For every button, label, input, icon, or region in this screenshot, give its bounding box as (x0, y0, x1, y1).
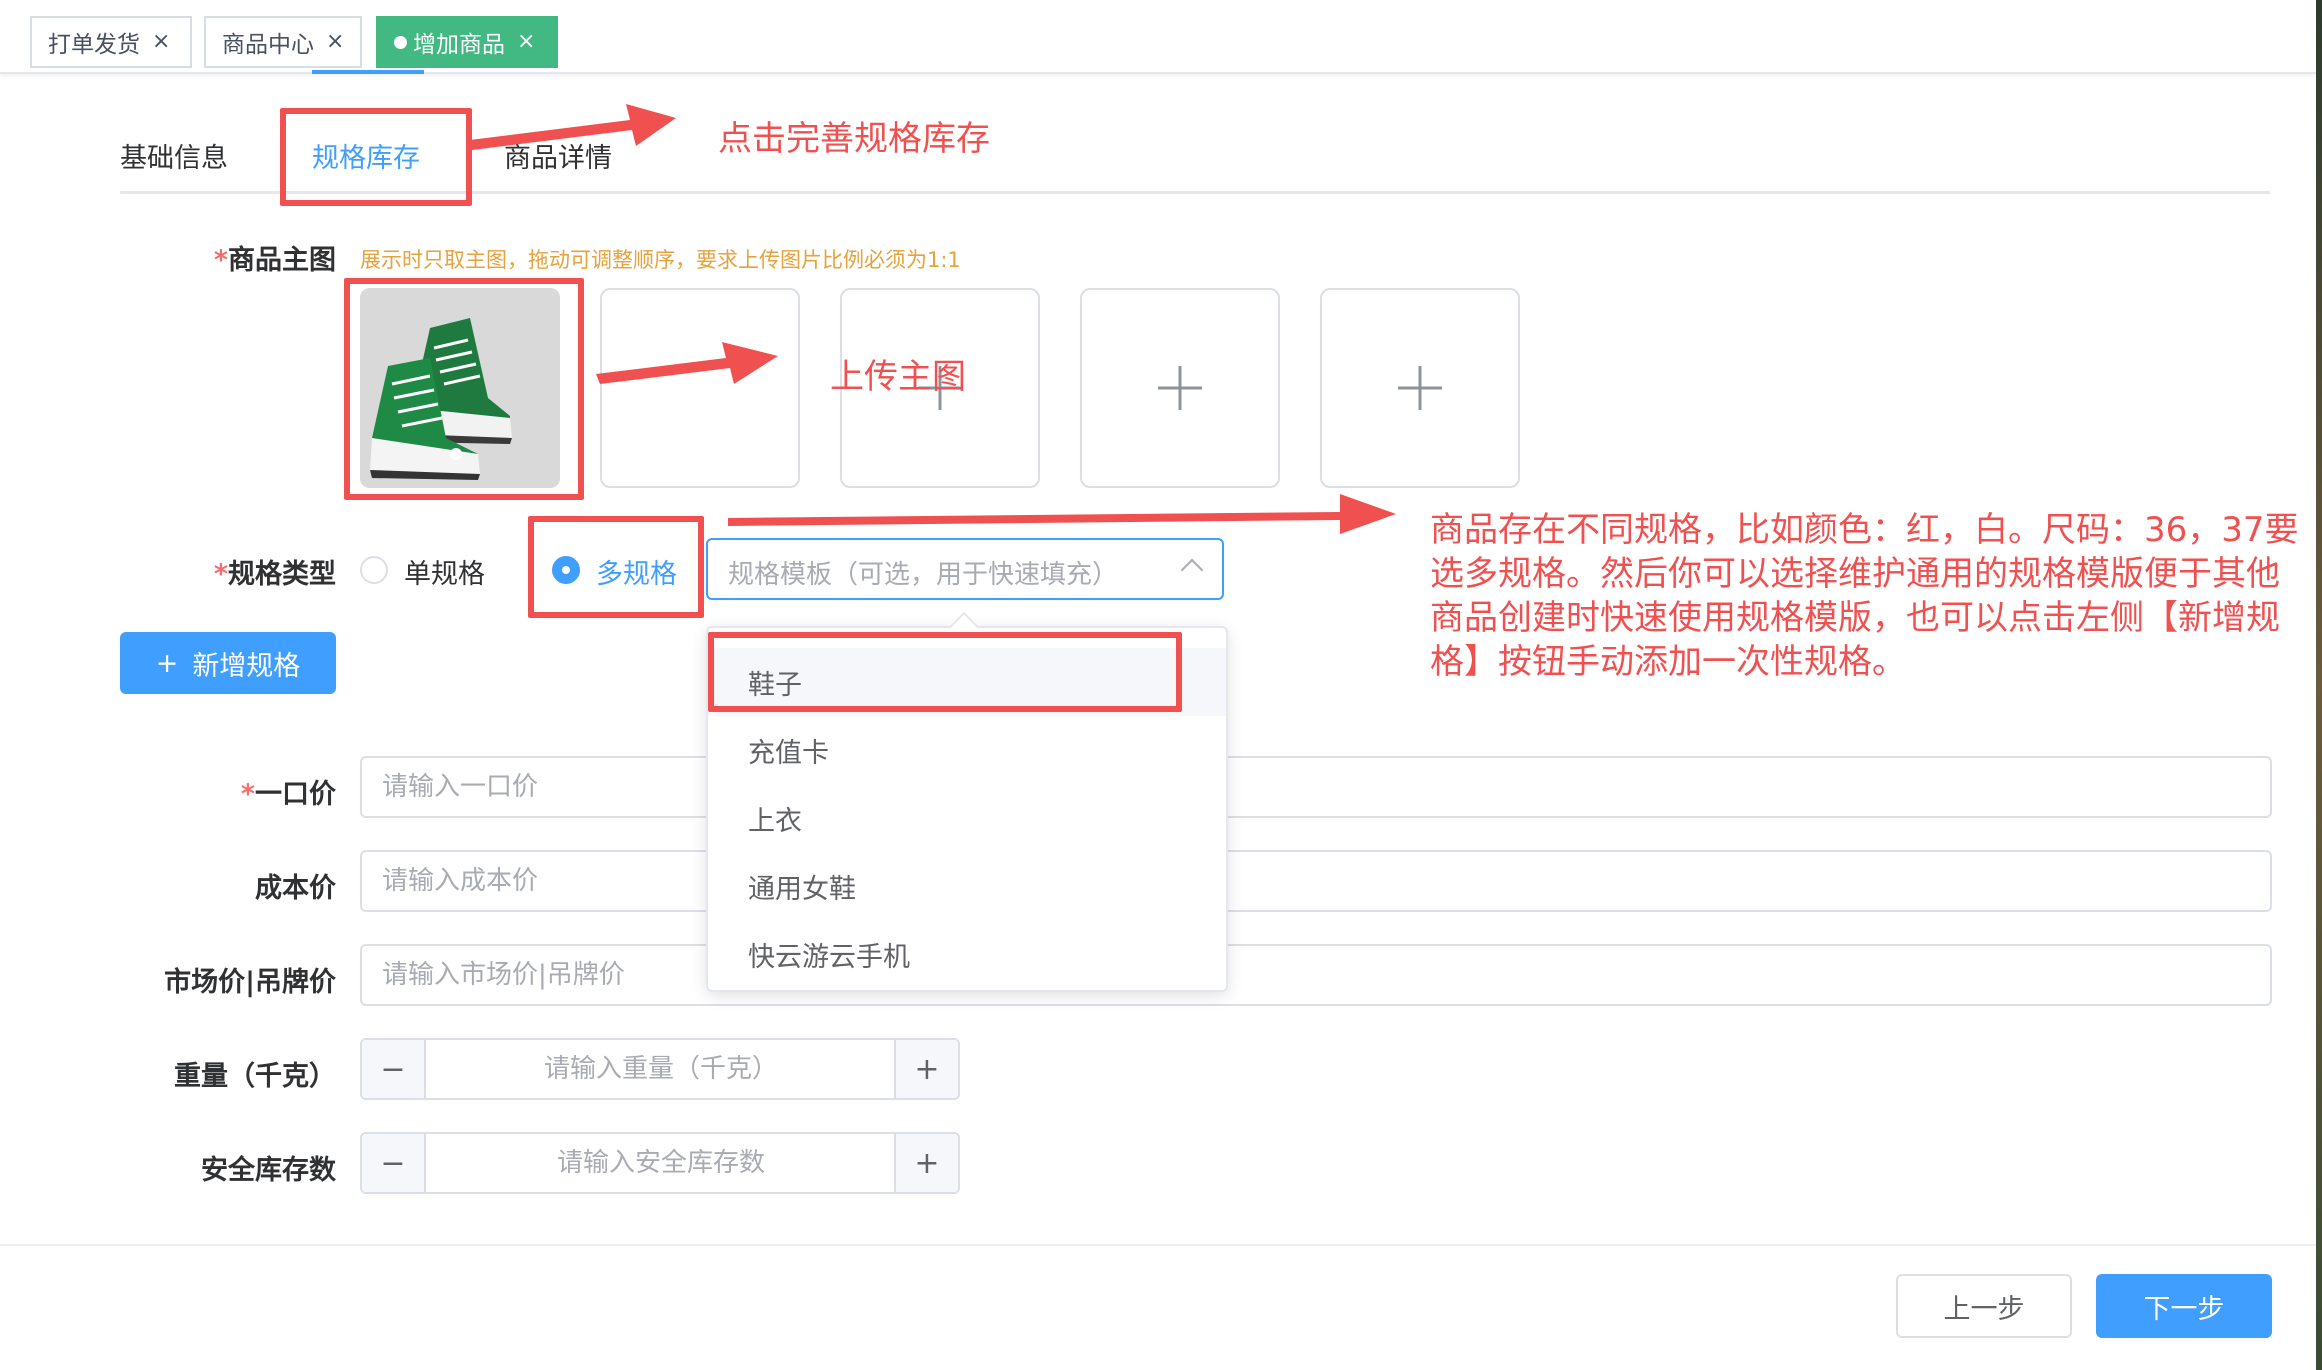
radio-single-spec[interactable] (360, 556, 388, 584)
tag-label: 打单发货 (48, 32, 140, 58)
image-upload-slot[interactable] (1320, 288, 1520, 488)
tag-label: 增加商品 (413, 32, 505, 58)
annotation-box-multi-spec (528, 516, 704, 618)
dropdown-option[interactable]: 通用女鞋 (708, 852, 1226, 920)
dropdown-option[interactable]: 充值卡 (708, 716, 1226, 784)
tags-view-bar: 打单发货 × 商品中心 × 增加商品 × (0, 0, 2316, 74)
decrease-button[interactable]: − (362, 1040, 426, 1098)
radio-single-spec-label[interactable]: 单规格 (404, 552, 485, 591)
tab-basic-info[interactable]: 基础信息 (120, 136, 228, 175)
add-spec-label: 新增规格 (192, 650, 301, 682)
annotation-box-spec-tab (280, 108, 472, 206)
window-edge (2316, 0, 2322, 1370)
image-upload-slot[interactable] (1080, 288, 1280, 488)
plus-icon (1322, 290, 1518, 486)
active-dot-icon (394, 35, 407, 49)
main-image-label: *商品主图 (213, 245, 336, 276)
price-input[interactable] (360, 756, 2272, 818)
weight-label: 重量（千克） (174, 1061, 336, 1092)
plus-icon: plus-icon (602, 290, 798, 486)
decrease-button[interactable]: − (362, 1134, 426, 1192)
market-price-input[interactable] (360, 944, 2272, 1006)
tag-label: 商品中心 (222, 32, 314, 58)
prev-step-button[interactable]: 上一步 (1896, 1274, 2072, 1338)
cost-input[interactable] (360, 850, 2272, 912)
weight-stepper: − + (360, 1038, 960, 1100)
add-spec-button[interactable]: + 新增规格 (120, 632, 336, 694)
close-icon[interactable]: × (517, 31, 535, 53)
tag-add-product[interactable]: 增加商品 × (376, 16, 558, 68)
dropdown-option[interactable]: 上衣 (708, 784, 1226, 852)
weight-input[interactable] (428, 1040, 894, 1098)
safety-stock-stepper: − + (360, 1132, 960, 1194)
footer-divider (0, 1244, 2316, 1246)
safety-stock-label: 安全库存数 (201, 1155, 336, 1186)
annotation-tab-hint: 点击完善规格库存 (718, 119, 990, 159)
dropdown-option[interactable]: 快云游云手机 (708, 920, 1226, 988)
plus-icon: + (155, 647, 179, 679)
annotation-upload-hint: 上传主图 (830, 357, 966, 397)
main-image-hint: 展示时只取主图，拖动可调整顺序，要求上传图片比例必须为1:1 (360, 248, 961, 272)
safety-stock-input[interactable] (428, 1134, 894, 1192)
chevron-up-icon (1180, 558, 1204, 582)
increase-button[interactable]: + (894, 1134, 958, 1192)
spec-template-select[interactable]: 规格模板（可选，用于快速填充） (706, 538, 1224, 600)
image-upload-slot[interactable]: plus-icon (600, 288, 800, 488)
annotation-spec-hint: 商品存在不同规格，比如颜色：红，白。尺码：36，37要选多规格。然后你可以选择维… (1430, 510, 2299, 682)
annotation-box-main-image (344, 278, 584, 500)
cost-label: 成本价 (255, 873, 336, 904)
increase-button[interactable]: + (894, 1040, 958, 1098)
plus-icon (1082, 290, 1278, 486)
spec-template-placeholder: 规格模板（可选，用于快速填充） (728, 560, 1119, 590)
annotation-box-shoe-option (708, 632, 1182, 712)
tab-product-detail[interactable]: 商品详情 (504, 136, 612, 175)
spec-type-label: *规格类型 (213, 559, 336, 590)
market-price-label: 市场价|吊牌价 (164, 967, 336, 998)
page: 打单发货 × 商品中心 × 增加商品 × 基础信息 规格库存 商品详情 *商品主… (0, 0, 2322, 1370)
tag-product-center[interactable]: 商品中心 × (204, 16, 362, 68)
next-step-button[interactable]: 下一步 (2096, 1274, 2272, 1338)
price-label: *一口价 (240, 779, 336, 810)
close-icon[interactable]: × (152, 31, 170, 53)
active-tab-indicator (312, 70, 424, 74)
close-icon[interactable]: × (326, 31, 344, 53)
tag-print-ship[interactable]: 打单发货 × (30, 16, 192, 68)
